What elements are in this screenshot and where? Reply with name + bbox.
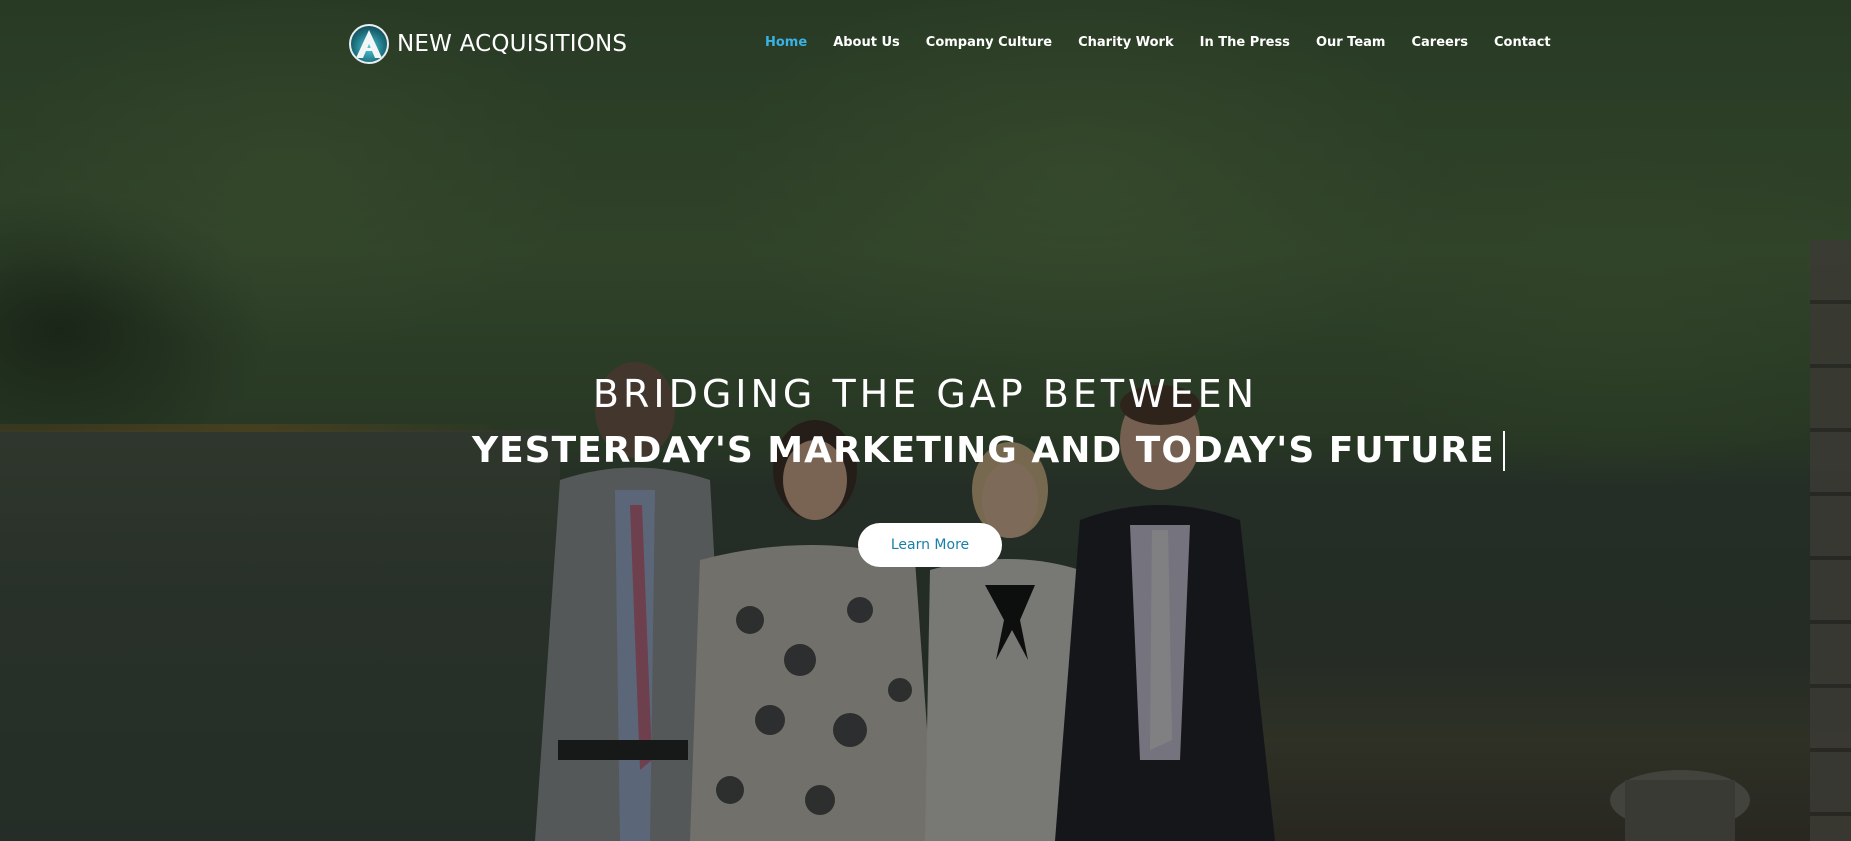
hero-subheadline: YESTERDAY'S MARKETING AND TODAY'S FUTURE	[472, 430, 1505, 471]
hero-subheadline-text: YESTERDAY'S MARKETING AND TODAY'S FUTURE	[472, 430, 1495, 471]
hero-background	[0, 0, 1851, 841]
brand-logo[interactable]: NEW ACQUISITIONS	[349, 22, 627, 66]
nav-item-contact[interactable]: Contact	[1494, 34, 1551, 52]
nav-item-in-the-press[interactable]: In The Press	[1200, 34, 1290, 52]
nav-item-company-culture[interactable]: Company Culture	[926, 34, 1052, 52]
nav-item-charity-work[interactable]: Charity Work	[1078, 34, 1174, 52]
mountain-a-logo-icon	[349, 24, 389, 64]
brand-name: NEW ACQUISITIONS	[397, 31, 628, 57]
dark-overlay	[0, 0, 1851, 841]
main-nav: Home About Us Company Culture Charity Wo…	[765, 34, 1551, 52]
typing-cursor	[1502, 430, 1505, 471]
nav-item-home[interactable]: Home	[765, 34, 807, 52]
hero-headline: BRIDGING THE GAP BETWEEN	[592, 372, 1259, 416]
nav-item-about-us[interactable]: About Us	[833, 34, 900, 52]
nav-item-our-team[interactable]: Our Team	[1316, 34, 1386, 52]
nav-item-careers[interactable]: Careers	[1411, 34, 1468, 52]
learn-more-button[interactable]: Learn More	[858, 523, 1002, 567]
